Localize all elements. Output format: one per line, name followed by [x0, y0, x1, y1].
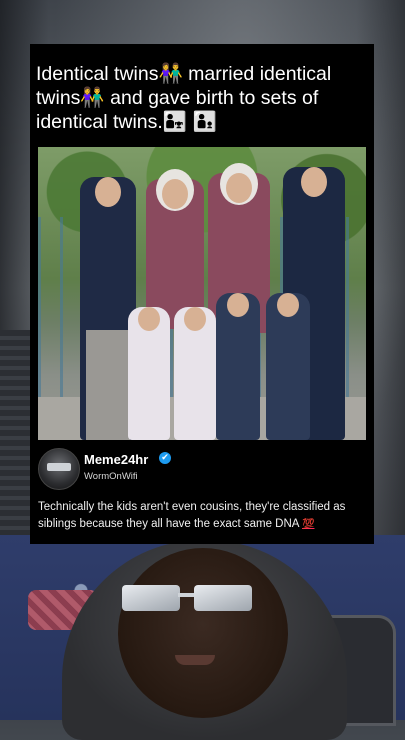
post-author[interactable]: Meme24hr ✔ WormOnWifi: [38, 446, 368, 490]
creator-sunglasses: [122, 585, 252, 615]
author-display-name[interactable]: Meme24hr: [84, 452, 148, 467]
post-card[interactable]: Identical twins👫 married identical twins…: [30, 44, 374, 544]
creator-face: [118, 548, 288, 718]
photo-girl-left: [128, 307, 170, 440]
family-photo[interactable]: [38, 147, 366, 440]
photo-boy-left: [216, 293, 260, 440]
verified-badge-icon: ✔: [159, 452, 171, 464]
author-handle[interactable]: WormOnWifi: [84, 471, 138, 482]
hundred-points-icon: 💯: [302, 519, 315, 530]
caption-text: Technically the kids aren't even cousins…: [38, 501, 346, 530]
photo-girl-right: [174, 307, 216, 440]
photo-boy-right: [266, 293, 310, 440]
creator-mouth: [175, 655, 215, 665]
post-caption: Technically the kids aren't even cousins…: [38, 499, 370, 533]
post-headline: Identical twins👫 married identical twins…: [36, 63, 332, 133]
avatar[interactable]: [38, 448, 80, 490]
